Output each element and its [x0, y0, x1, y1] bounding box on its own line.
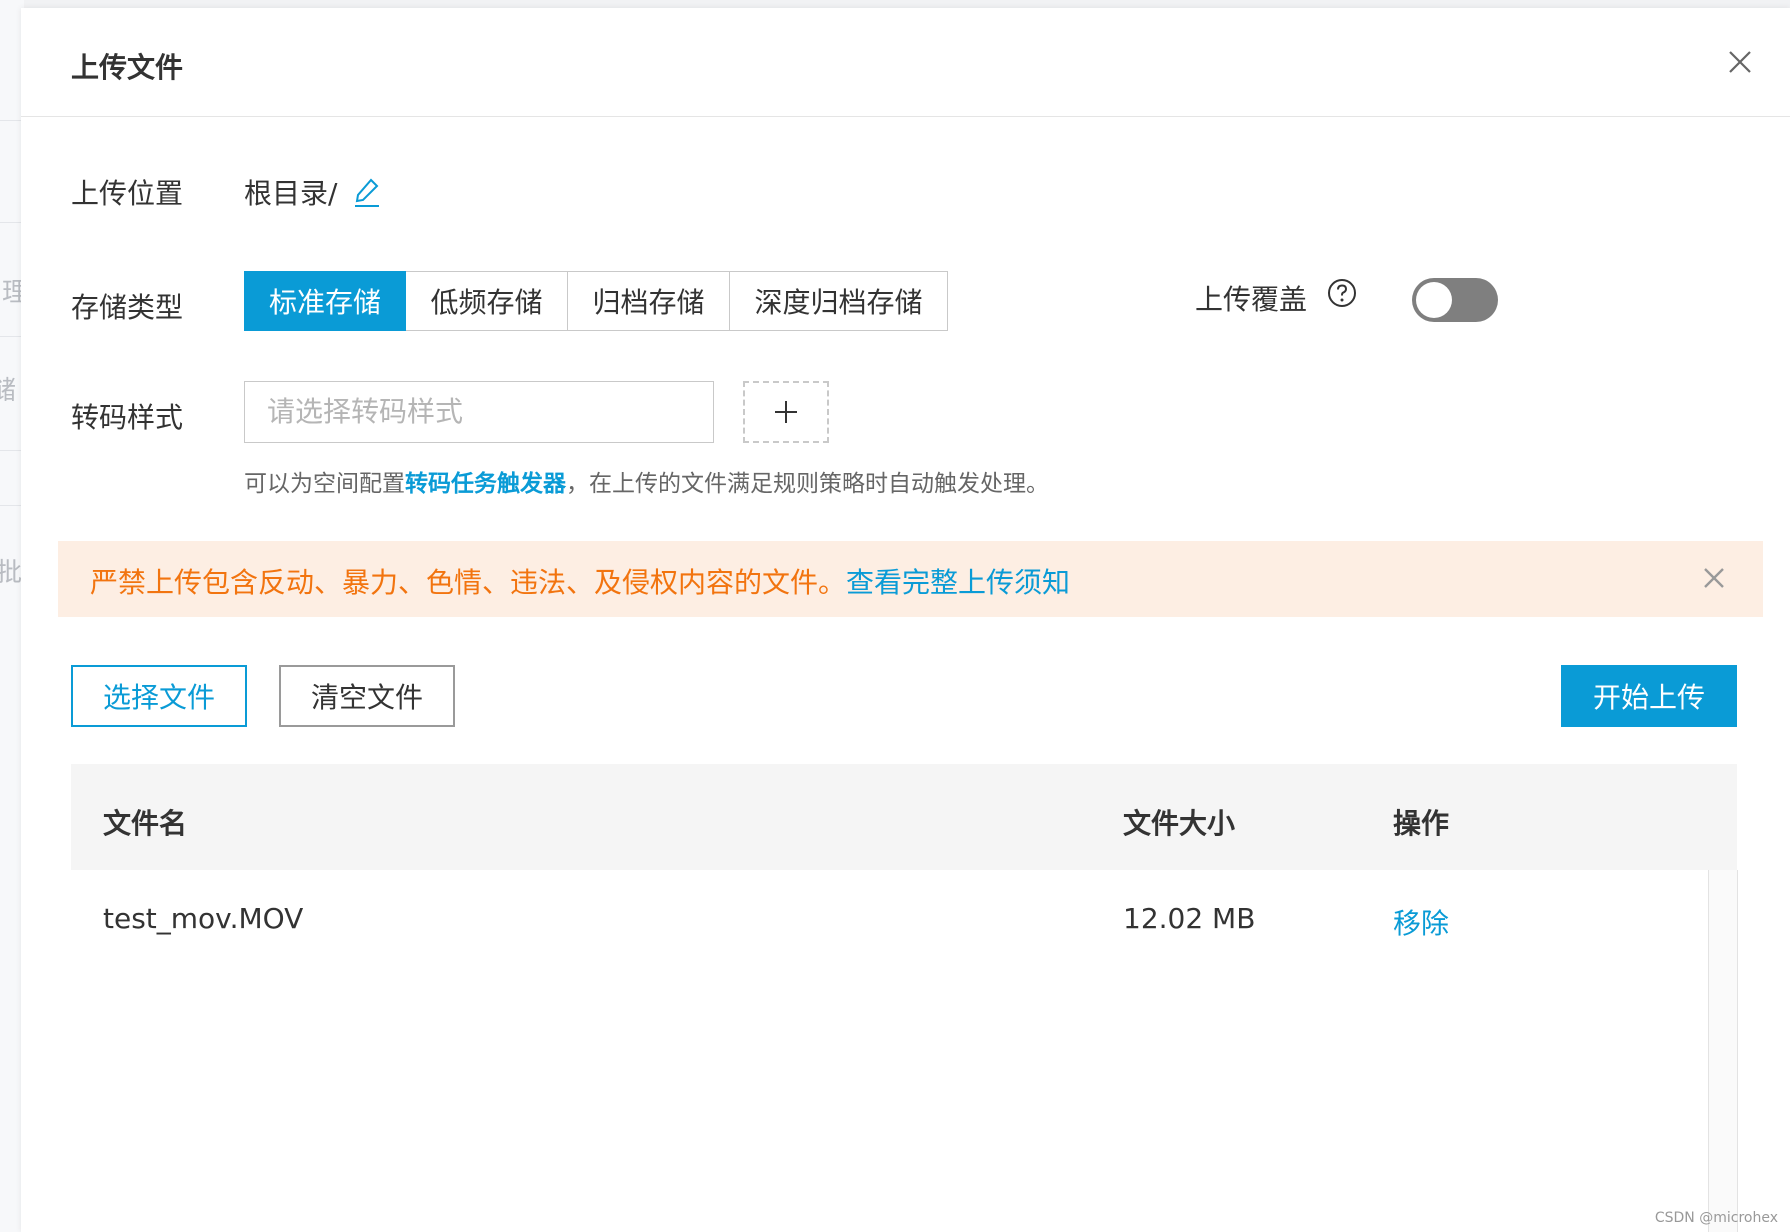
storage-option-archive[interactable]: 归档存储: [568, 271, 730, 331]
overwrite-toggle[interactable]: [1412, 278, 1498, 322]
file-name-cell: test_mov.MOV: [103, 902, 304, 935]
close-icon[interactable]: [1701, 565, 1727, 591]
table-row: test_mov.MOV 12.02 MB 移除: [71, 870, 1737, 972]
notice-text: 严禁上传包含反动、暴力、色情、违法、及侵权内容的文件。查看完整上传须知: [90, 561, 1070, 601]
storage-type-selector: 标准存储 低频存储 归档存储 深度归档存储: [244, 271, 948, 331]
location-label: 上传位置: [71, 177, 184, 210]
file-size-cell: 12.02 MB: [1123, 902, 1256, 935]
transcode-label: 转码样式: [71, 401, 184, 434]
start-upload-button[interactable]: 开始上传: [1561, 665, 1737, 727]
dialog-title: 上传文件: [71, 51, 184, 84]
storage-label: 存储类型: [71, 291, 184, 324]
add-transcode-button[interactable]: [743, 381, 829, 443]
location-value: 根目录/: [244, 177, 338, 210]
transcode-trigger-link[interactable]: 转码任务触发器: [405, 471, 566, 497]
storage-option-deep-archive[interactable]: 深度归档存储: [730, 271, 948, 331]
question-circle-icon[interactable]: [1327, 278, 1357, 308]
watermark: CSDN @microhex: [1654, 1210, 1778, 1226]
remove-file-link[interactable]: 移除: [1393, 902, 1449, 942]
hint-prefix: 可以为空间配置: [244, 471, 405, 497]
notice-message: 严禁上传包含反动、暴力、色情、违法、及侵权内容的文件。: [90, 566, 847, 599]
table-scrollbar[interactable]: [1708, 870, 1738, 1232]
hint-suffix: ，在上传的文件满足规则策略时自动触发处理。: [566, 471, 1049, 497]
background-glyph: 储: [0, 376, 17, 406]
plus-icon: [775, 401, 797, 423]
transcode-hint: 可以为空间配置转码任务触发器，在上传的文件满足规则策略时自动触发处理。: [244, 464, 1049, 498]
storage-option-infrequent[interactable]: 低频存储: [406, 271, 568, 331]
storage-option-standard[interactable]: 标准存储: [244, 271, 406, 331]
close-icon[interactable]: [1724, 46, 1756, 78]
transcode-style-select[interactable]: 请选择转码样式: [244, 381, 714, 443]
overwrite-label: 上传覆盖: [1195, 283, 1308, 316]
upload-terms-link[interactable]: 查看完整上传须知: [846, 566, 1070, 599]
select-files-button[interactable]: 选择文件: [71, 665, 247, 727]
toggle-knob: [1416, 282, 1452, 318]
column-header-size: 文件大小: [1123, 807, 1236, 840]
dialog-header: 上传文件: [21, 8, 1790, 117]
warning-notice: 严禁上传包含反动、暴力、色情、违法、及侵权内容的文件。查看完整上传须知: [58, 541, 1763, 617]
column-header-name: 文件名: [103, 807, 188, 840]
table-header: 文件名 文件大小 操作: [71, 764, 1737, 870]
background-glyph: 批: [0, 558, 23, 588]
clear-files-button[interactable]: 清空文件: [279, 665, 455, 727]
column-header-action: 操作: [1393, 807, 1450, 840]
upload-dialog: 上传文件 上传位置 根目录/ 存储类型 标准存储 低频存储 归档存储 深度归档存…: [21, 8, 1790, 1232]
pencil-icon[interactable]: [352, 176, 382, 208]
background-glyph: :: [0, 162, 3, 192]
